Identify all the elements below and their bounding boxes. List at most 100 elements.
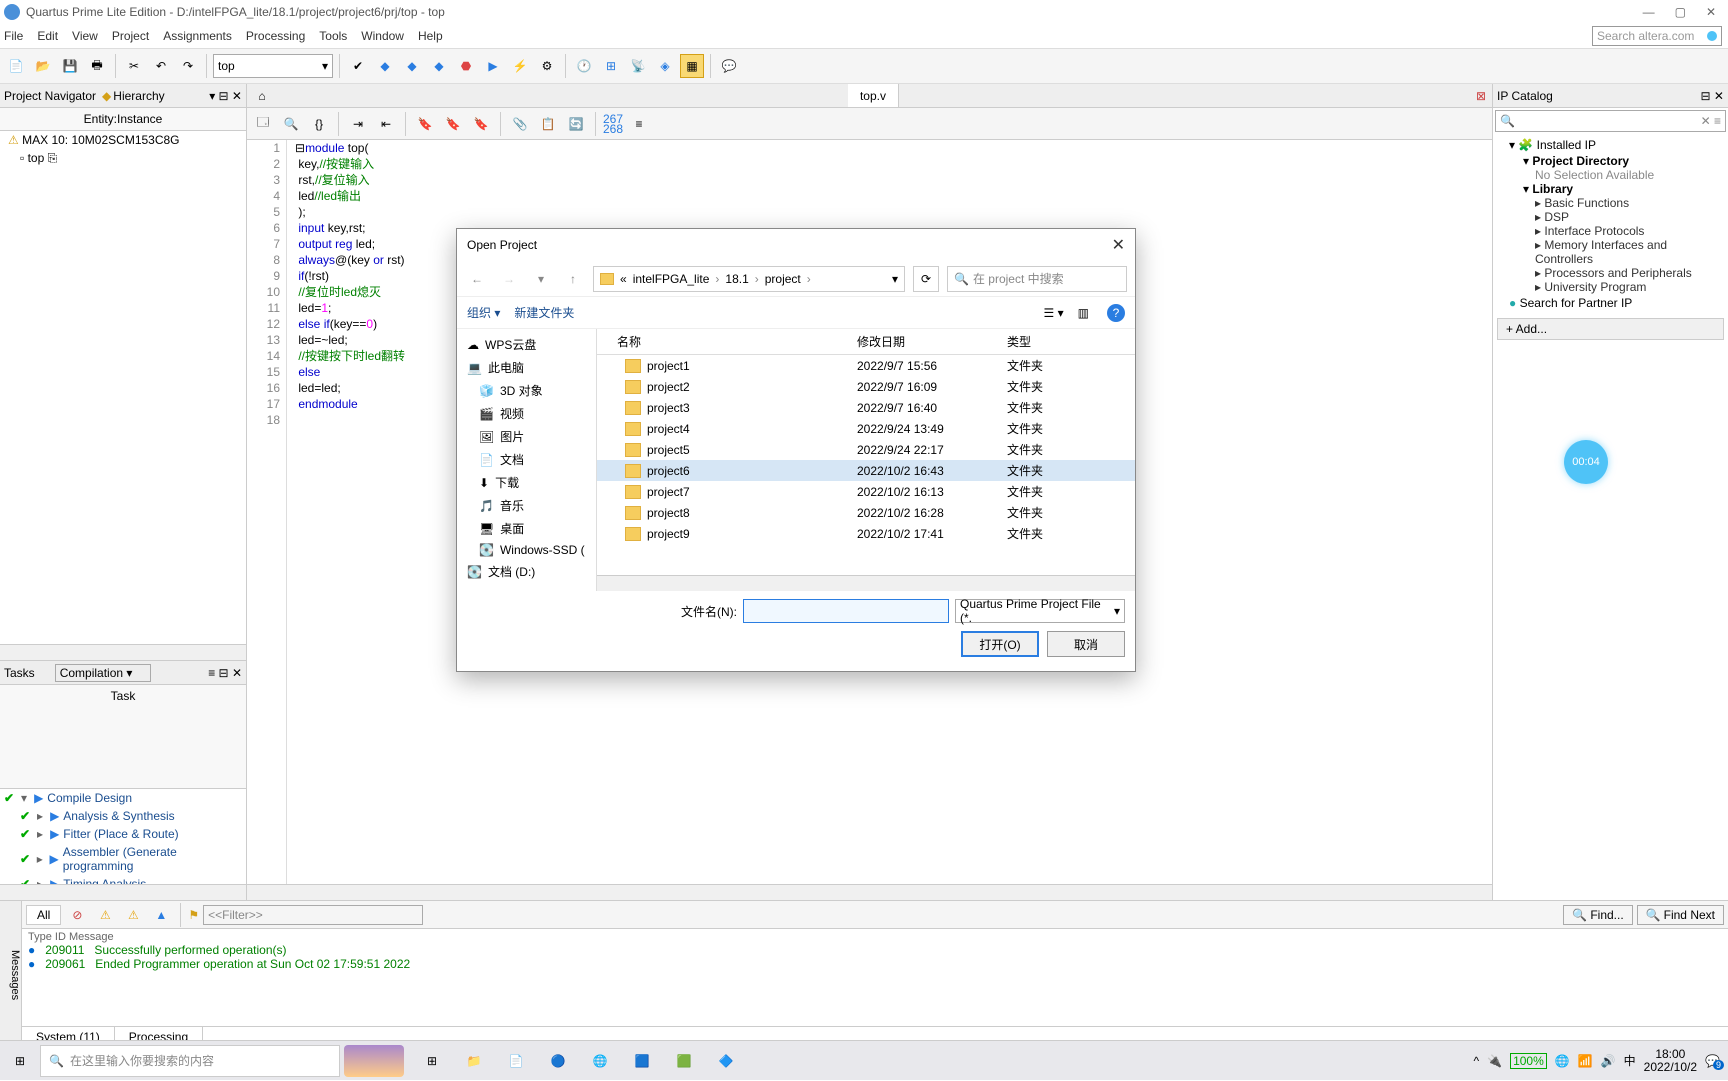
message-row[interactable]: ● 209011 Successfully performed operatio… (28, 943, 1722, 957)
nav-back-button[interactable]: ← (465, 272, 489, 286)
notifications-icon[interactable]: 💬9 (1705, 1054, 1720, 1068)
app-icon-3[interactable]: 🟦 (622, 1041, 662, 1081)
sidebar-location[interactable]: 🎵音乐 (457, 494, 596, 517)
task-item[interactable]: ✔▸▶Fitter (Place & Route) (0, 825, 246, 843)
help-button[interactable]: ? (1107, 304, 1125, 322)
close-button[interactable]: ✕ (1706, 5, 1716, 19)
sidebar-location[interactable]: ☁WPS云盘 (457, 333, 596, 356)
ip-basic-functions[interactable]: ▸ Basic Functions (1495, 196, 1726, 210)
search-altera-input[interactable]: Search altera.com (1592, 26, 1722, 46)
save-icon[interactable]: 💾 (58, 54, 82, 78)
device-item[interactable]: ⚠ MAX 10: 10M02SCM153C8G (0, 131, 246, 149)
breadcrumb-0[interactable]: intelFPGA_lite (633, 272, 710, 286)
app-icon-2[interactable]: 🔵 (538, 1041, 578, 1081)
refresh-button[interactable]: ⟳ (913, 266, 939, 292)
nav-up-button[interactable]: ↑ (561, 272, 585, 286)
top-entity-item[interactable]: ▫ top ⎘ (0, 149, 246, 168)
menu-file[interactable]: File (4, 29, 23, 43)
cut-icon[interactable]: ✂ (122, 54, 146, 78)
app-icon-1[interactable]: 📄 (496, 1041, 536, 1081)
nav-recent-button[interactable]: ▾ (529, 272, 553, 286)
network-icon[interactable]: 🌐 (1555, 1054, 1570, 1068)
maximize-button[interactable]: ▢ (1675, 5, 1686, 19)
task-item[interactable]: ✔▾▶Compile Design (0, 789, 246, 807)
outdent-icon[interactable]: ⇤ (374, 112, 398, 136)
recording-timer[interactable]: 00:04 (1564, 440, 1608, 484)
clipboard-icon[interactable]: 📋 (536, 112, 560, 136)
menu-help[interactable]: Help (418, 29, 443, 43)
breadcrumb[interactable]: « intelFPGA_lite› 18.1› project› ▾ (593, 266, 905, 292)
sidebar-location[interactable]: 🖥桌面 (457, 517, 596, 540)
view-options-icon[interactable]: ☰ ▾ (1044, 306, 1064, 320)
bookmark-next-icon[interactable]: 🔖 (441, 112, 465, 136)
stop-icon[interactable]: ⬣ (454, 54, 478, 78)
weather-widget[interactable] (344, 1045, 404, 1077)
ip-processors[interactable]: ▸ Processors and Peripherals (1495, 266, 1726, 280)
file-row[interactable]: project72022/10/2 16:13文件夹 (597, 481, 1135, 502)
tab-close-icon[interactable]: ⊠ (1470, 89, 1492, 103)
filename-input[interactable] (743, 599, 949, 623)
sidebar-location[interactable]: 📄文档 (457, 448, 596, 471)
sidebar-location[interactable]: ⬇下载 (457, 471, 596, 494)
start-button[interactable]: ⊞ (0, 1041, 40, 1081)
file-row[interactable]: project62022/10/2 16:43文件夹 (597, 460, 1135, 481)
synthesize-icon[interactable]: ◆ (427, 54, 451, 78)
explorer-icon[interactable]: 📁 (454, 1041, 494, 1081)
app-icon-4[interactable]: 🟩 (664, 1041, 704, 1081)
filetype-select[interactable]: Quartus Prime Project File (*.▾ (955, 599, 1125, 623)
add-ip-button[interactable]: + Add... (1497, 318, 1724, 340)
menu-assignments[interactable]: Assignments (163, 29, 232, 43)
chip-planner-icon[interactable]: ⊞ (599, 54, 623, 78)
battery-icon[interactable]: 100% (1510, 1053, 1547, 1069)
flag-icon[interactable]: ⚑ (188, 908, 199, 922)
programmer-icon[interactable]: 📡 (626, 54, 650, 78)
task-item[interactable]: ✔▸▶Timing Analysis (0, 875, 246, 884)
organize-button[interactable]: 组织 ▾ (467, 304, 500, 321)
menu-tools[interactable]: Tools (319, 29, 347, 43)
messages-body[interactable]: Type ID Message ● 209011 Successfully pe… (22, 929, 1728, 1026)
new-icon[interactable]: 📄 (4, 54, 28, 78)
undo-icon[interactable]: ↶ (149, 54, 173, 78)
play-icon[interactable]: ▶ (481, 54, 505, 78)
tool-icon-1[interactable]: ⚡ (508, 54, 532, 78)
bookmark-icon[interactable]: 🔖 (413, 112, 437, 136)
task-view-icon[interactable]: ⊞ (412, 1041, 452, 1081)
top-entity-combo[interactable]: top▾ (213, 54, 333, 78)
preview-pane-icon[interactable]: ▥ (1078, 306, 1089, 320)
print-icon[interactable]: 🖶 (85, 54, 109, 78)
menu-view[interactable]: View (72, 29, 98, 43)
file-row[interactable]: project42022/9/24 13:49文件夹 (597, 418, 1135, 439)
home-tab-icon[interactable]: ⌂ (247, 89, 277, 103)
menu-processing[interactable]: Processing (246, 29, 305, 43)
menu-window[interactable]: Window (361, 29, 404, 43)
dialog-close-button[interactable]: ✕ (1112, 235, 1125, 255)
breadcrumb-1[interactable]: 18.1 (725, 272, 748, 286)
rtl-viewer-icon[interactable]: ◈ (653, 54, 677, 78)
tasks-scrollbar[interactable] (0, 884, 246, 900)
info-filter-icon[interactable]: ▲ (149, 903, 173, 927)
ip-interface-protocols[interactable]: ▸ Interface Protocols (1495, 224, 1726, 238)
bracket-icon[interactable]: {} (307, 112, 331, 136)
wifi-icon[interactable]: 📶 (1578, 1054, 1593, 1068)
dialog-search-input[interactable]: 🔍 在 project 中搜索 (947, 266, 1127, 292)
search-go-icon[interactable] (1707, 31, 1717, 41)
sidebar-location[interactable]: 🎬视频 (457, 402, 596, 425)
open-button[interactable]: 打开(O) (961, 631, 1039, 657)
file-list-headers[interactable]: 名称 修改日期 类型 (597, 329, 1135, 355)
message-row[interactable]: ● 209061 Ended Programmer operation at S… (28, 957, 1722, 971)
editor-scrollbar[interactable] (247, 884, 1492, 900)
nav-forward-button[interactable]: → (497, 272, 521, 286)
file-list-scrollbar[interactable] (597, 575, 1135, 591)
error-filter-icon[interactable]: ⊘ (65, 903, 89, 927)
hierarchy-mode[interactable]: Hierarchy (113, 89, 164, 103)
message-filter-input[interactable]: <<Filter>> (203, 905, 423, 925)
edge-icon[interactable]: 🌐 (580, 1041, 620, 1081)
check-icon[interactable]: ✔ (346, 54, 370, 78)
compilation-combo[interactable]: Compilation ▾ (55, 664, 152, 682)
sidebar-location[interactable]: 💽文档 (D:) (457, 560, 596, 583)
redo-icon[interactable]: ↷ (176, 54, 200, 78)
panel-menu-icon[interactable]: ▾ ⊟ ✕ (209, 89, 242, 103)
volume-icon[interactable]: 🔊 (1601, 1054, 1616, 1068)
find-icon[interactable]: 🔍 (279, 112, 303, 136)
file-row[interactable]: project92022/10/2 17:41文件夹 (597, 523, 1135, 544)
